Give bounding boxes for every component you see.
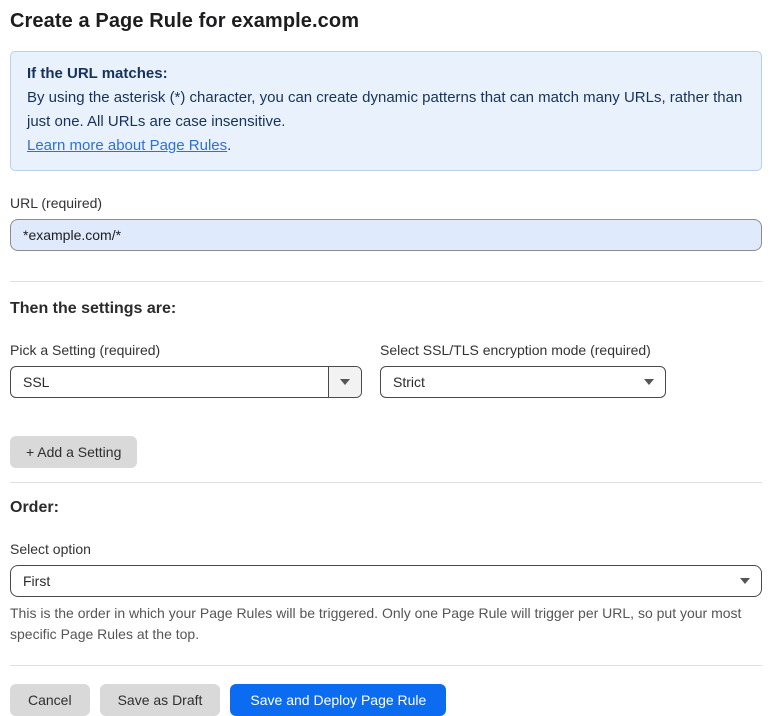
info-box-body: By using the asterisk (*) character, you… (27, 89, 743, 130)
save-and-deploy-button[interactable]: Save and Deploy Page Rule (230, 684, 447, 716)
info-box-heading: If the URL matches: (27, 65, 168, 82)
link-suffix: . (227, 137, 232, 154)
url-input[interactable] (10, 219, 762, 251)
encryption-mode-column: Select SSL/TLS encryption mode (required… (380, 342, 666, 398)
order-section-heading: Order: (10, 499, 59, 516)
section-divider (10, 665, 762, 666)
encryption-mode-select[interactable]: Strict (380, 366, 666, 398)
order-select-value: First (23, 573, 51, 589)
add-setting-button[interactable]: + Add a Setting (10, 436, 138, 468)
encryption-mode-label: Select SSL/TLS encryption mode (required… (380, 342, 651, 358)
settings-row: Pick a Setting (required) SSL Select SSL… (10, 342, 762, 398)
info-box-link-line: Learn more about Page Rules. (27, 134, 745, 158)
section-divider (10, 281, 762, 282)
settings-section-heading: Then the settings are: (10, 300, 177, 317)
page-rule-form: Create a Page Rule for example.com If th… (0, 0, 772, 716)
page-title: Create a Page Rule for example.com (10, 10, 360, 32)
pick-setting-select[interactable]: SSL (10, 366, 362, 398)
save-as-draft-button[interactable]: Save as Draft (99, 684, 221, 716)
order-help-text: This is the order in which your Page Rul… (10, 605, 742, 642)
pick-setting-label: Pick a Setting (required) (10, 342, 161, 358)
footer-actions: Cancel Save as Draft Save and Deploy Pag… (10, 684, 762, 716)
url-field-label: URL (required) (10, 195, 103, 211)
chevron-down-icon (632, 367, 665, 397)
chevron-down-icon[interactable] (328, 367, 361, 397)
url-match-info-box: If the URL matches: By using the asteris… (10, 51, 762, 171)
section-divider (10, 482, 762, 483)
encryption-mode-value: Strict (393, 374, 425, 390)
pick-setting-column: Pick a Setting (required) SSL (10, 342, 362, 398)
order-select[interactable]: First (10, 565, 762, 597)
cancel-button[interactable]: Cancel (10, 684, 90, 716)
chevron-down-icon (728, 566, 761, 596)
order-select-label: Select option (10, 541, 91, 557)
pick-setting-value: SSL (23, 374, 50, 390)
learn-more-link[interactable]: Learn more about Page Rules (27, 137, 227, 154)
